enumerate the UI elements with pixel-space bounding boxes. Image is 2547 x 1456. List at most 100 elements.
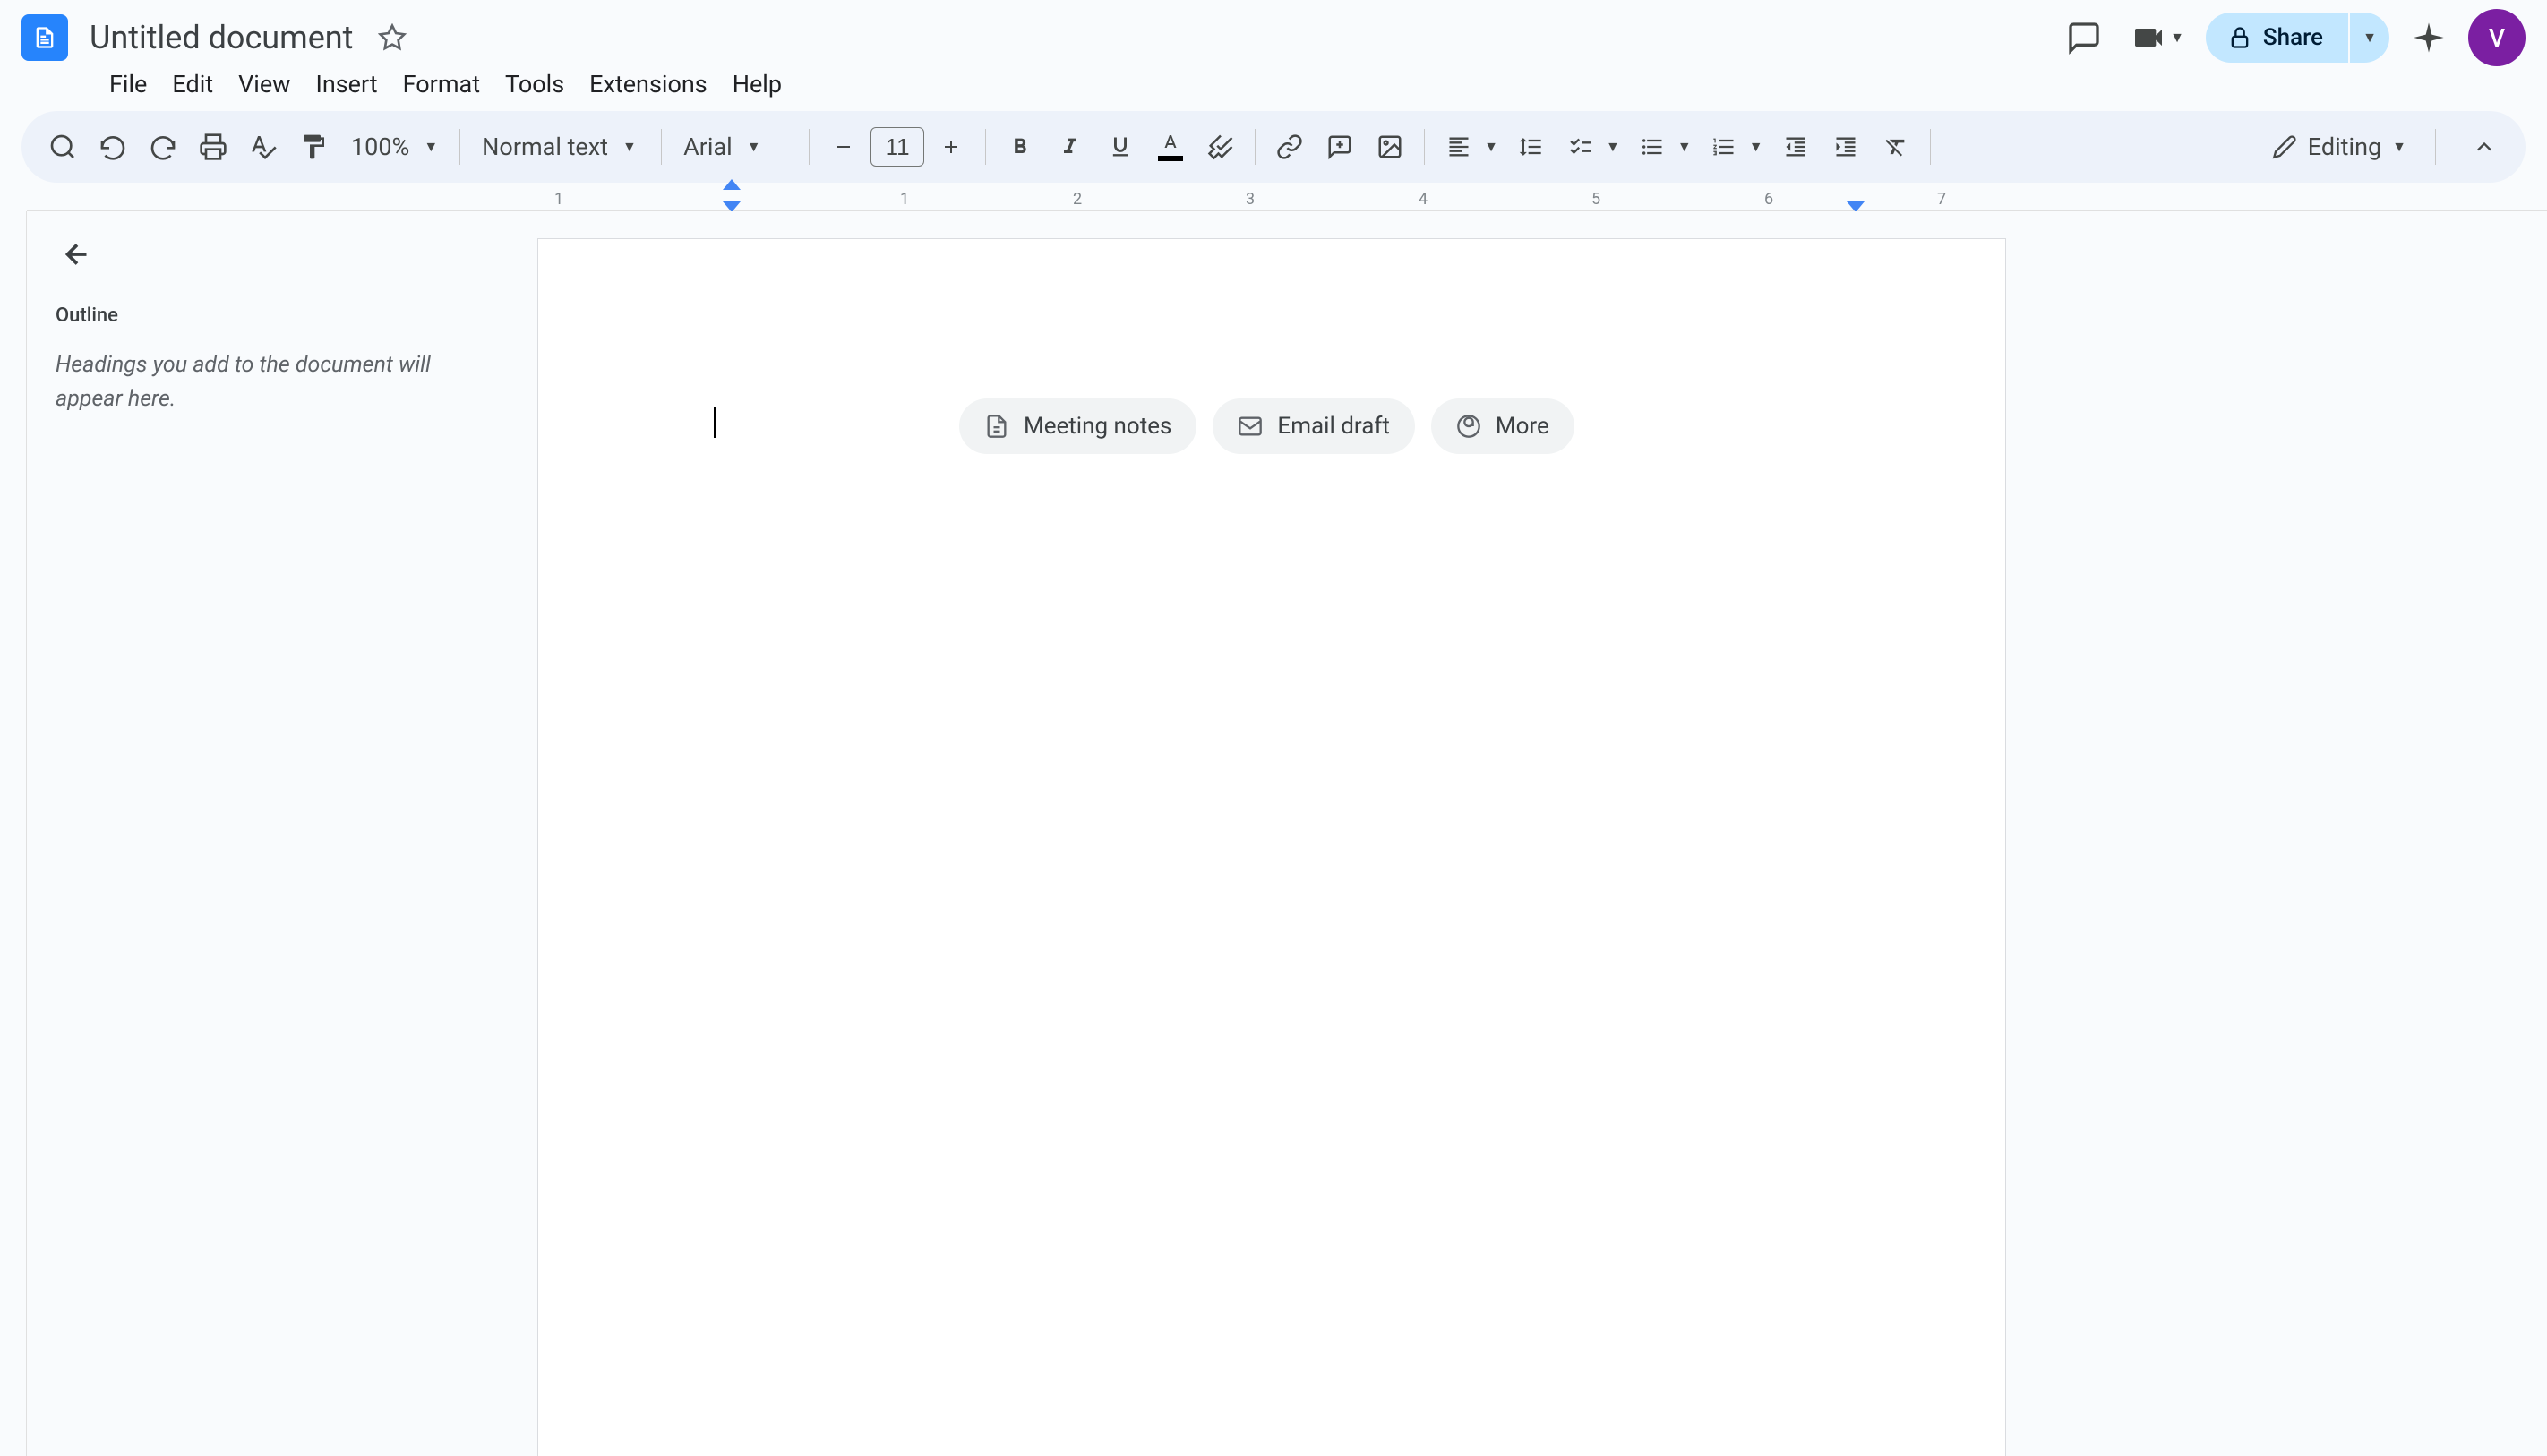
vertical-ruler[interactable]: [0, 211, 27, 1456]
chevron-down-icon: ▼: [747, 138, 761, 156]
underline-button[interactable]: [1097, 124, 1144, 170]
clear-formatting-button[interactable]: [1873, 124, 1919, 170]
spellcheck-button[interactable]: [240, 124, 287, 170]
chevron-down-icon: ▼: [2170, 29, 2184, 47]
ruler-tick-label: 2: [1073, 190, 1082, 209]
font-value: Arial: [683, 133, 733, 161]
editing-mode-label: Editing: [2308, 133, 2381, 161]
search-menus-button[interactable]: [39, 124, 86, 170]
ruler-tick-label: 5: [1591, 190, 1600, 209]
document-title[interactable]: Untitled document: [82, 15, 360, 60]
chevron-down-icon: ▼: [1672, 138, 1697, 156]
editing-mode-select[interactable]: Editing ▼: [2254, 124, 2424, 170]
suggestion-meeting-notes[interactable]: Meeting notes: [959, 398, 1196, 454]
ruler-tick-label: 7: [1937, 190, 1946, 209]
bulleted-list-button[interactable]: ▼: [1629, 124, 1697, 170]
separator: [1930, 129, 1931, 165]
ruler-tick-label: 3: [1246, 190, 1255, 209]
header-right: ▼ Share ▼ V: [2059, 9, 2526, 66]
redo-button[interactable]: [140, 124, 186, 170]
ruler-tick-label: 1: [900, 190, 909, 209]
close-outline-button[interactable]: [56, 233, 99, 276]
menu-view[interactable]: View: [226, 64, 303, 104]
toolbar: 100% ▼ Normal text ▼ Arial ▼: [21, 111, 2526, 183]
insert-image-button[interactable]: [1367, 124, 1413, 170]
text-color-swatch: [1158, 156, 1183, 161]
chevron-down-icon: ▼: [1600, 138, 1625, 156]
checklist-button[interactable]: ▼: [1557, 124, 1625, 170]
outline-hint: Headings you add to the document will ap…: [56, 348, 482, 415]
menu-insert[interactable]: Insert: [303, 64, 390, 104]
undo-button[interactable]: [90, 124, 136, 170]
ruler-tick-label: 1: [554, 190, 563, 209]
main-area: Outline Headings you add to the document…: [0, 211, 2547, 1456]
outline-panel: Outline Headings you add to the document…: [27, 211, 510, 1456]
canvas-area[interactable]: Meeting notes Email draft More: [510, 211, 2547, 1456]
font-size-input[interactable]: [870, 127, 924, 167]
suggestion-label: Meeting notes: [1024, 413, 1171, 440]
decrease-indent-button[interactable]: [1772, 124, 1819, 170]
suggestion-more[interactable]: More: [1431, 398, 1574, 454]
line-spacing-button[interactable]: [1507, 124, 1554, 170]
text-color-button[interactable]: [1147, 124, 1194, 170]
separator: [459, 129, 460, 165]
insert-link-button[interactable]: [1266, 124, 1313, 170]
chevron-down-icon: ▼: [424, 138, 438, 156]
horizontal-ruler[interactable]: 1 1 2 3 4 5 6 7: [27, 190, 2547, 211]
suggestion-email-draft[interactable]: Email draft: [1213, 398, 1414, 454]
menubar: File Edit View Insert Format Tools Exten…: [0, 64, 2547, 104]
separator: [2435, 129, 2436, 165]
docs-logo-icon[interactable]: [21, 14, 68, 61]
share-button[interactable]: Share: [2206, 13, 2348, 63]
highlight-color-button[interactable]: [1197, 124, 1244, 170]
ruler-tick-label: 4: [1419, 190, 1428, 209]
paragraph-style-select[interactable]: Normal text ▼: [471, 124, 650, 170]
print-button[interactable]: [190, 124, 236, 170]
paint-format-button[interactable]: [290, 124, 337, 170]
chevron-down-icon: ▼: [2392, 138, 2406, 156]
collapse-toolbar-button[interactable]: [2461, 124, 2508, 170]
separator: [809, 129, 810, 165]
style-value: Normal text: [482, 133, 608, 161]
suggestion-label: More: [1496, 413, 1549, 440]
italic-button[interactable]: [1047, 124, 1093, 170]
share-dropdown[interactable]: ▼: [2350, 13, 2389, 63]
star-button[interactable]: [374, 20, 410, 56]
menu-tools[interactable]: Tools: [493, 64, 577, 104]
chevron-down-icon: ▼: [1744, 138, 1769, 156]
template-suggestions: Meeting notes Email draft More: [959, 398, 1574, 454]
header: Untitled document ▼ Share ▼ V: [0, 0, 2547, 64]
first-line-indent-marker[interactable]: [723, 179, 741, 190]
account-avatar[interactable]: V: [2468, 9, 2526, 66]
separator: [661, 129, 662, 165]
font-family-select[interactable]: Arial ▼: [673, 124, 798, 170]
zoom-select[interactable]: 100% ▼: [340, 124, 449, 170]
increase-indent-button[interactable]: [1822, 124, 1869, 170]
separator: [1424, 129, 1425, 165]
numbered-list-button[interactable]: ▼: [1701, 124, 1769, 170]
menu-file[interactable]: File: [97, 64, 159, 104]
chevron-down-icon: ▼: [2363, 29, 2377, 47]
document-page[interactable]: Meeting notes Email draft More: [537, 238, 2006, 1456]
increase-font-size-button[interactable]: [928, 124, 974, 170]
add-comment-button[interactable]: [1316, 124, 1363, 170]
share-label: Share: [2263, 24, 2323, 51]
zoom-value: 100%: [351, 133, 409, 161]
separator: [1255, 129, 1256, 165]
chevron-down-icon: ▼: [622, 138, 637, 156]
menu-format[interactable]: Format: [390, 64, 493, 104]
suggestion-label: Email draft: [1277, 413, 1389, 440]
comments-button[interactable]: [2059, 13, 2109, 63]
menu-extensions[interactable]: Extensions: [577, 64, 720, 104]
chevron-down-icon: ▼: [1479, 138, 1504, 156]
menu-help[interactable]: Help: [720, 64, 794, 104]
outline-title: Outline: [56, 304, 482, 327]
menu-edit[interactable]: Edit: [159, 64, 226, 104]
decrease-font-size-button[interactable]: [820, 124, 867, 170]
meet-button[interactable]: ▼: [2123, 13, 2191, 63]
share-group: Share ▼: [2206, 13, 2389, 63]
align-button[interactable]: ▼: [1436, 124, 1504, 170]
bold-button[interactable]: [997, 124, 1043, 170]
gemini-button[interactable]: [2404, 13, 2454, 63]
ruler-tick-label: 6: [1764, 190, 1773, 209]
